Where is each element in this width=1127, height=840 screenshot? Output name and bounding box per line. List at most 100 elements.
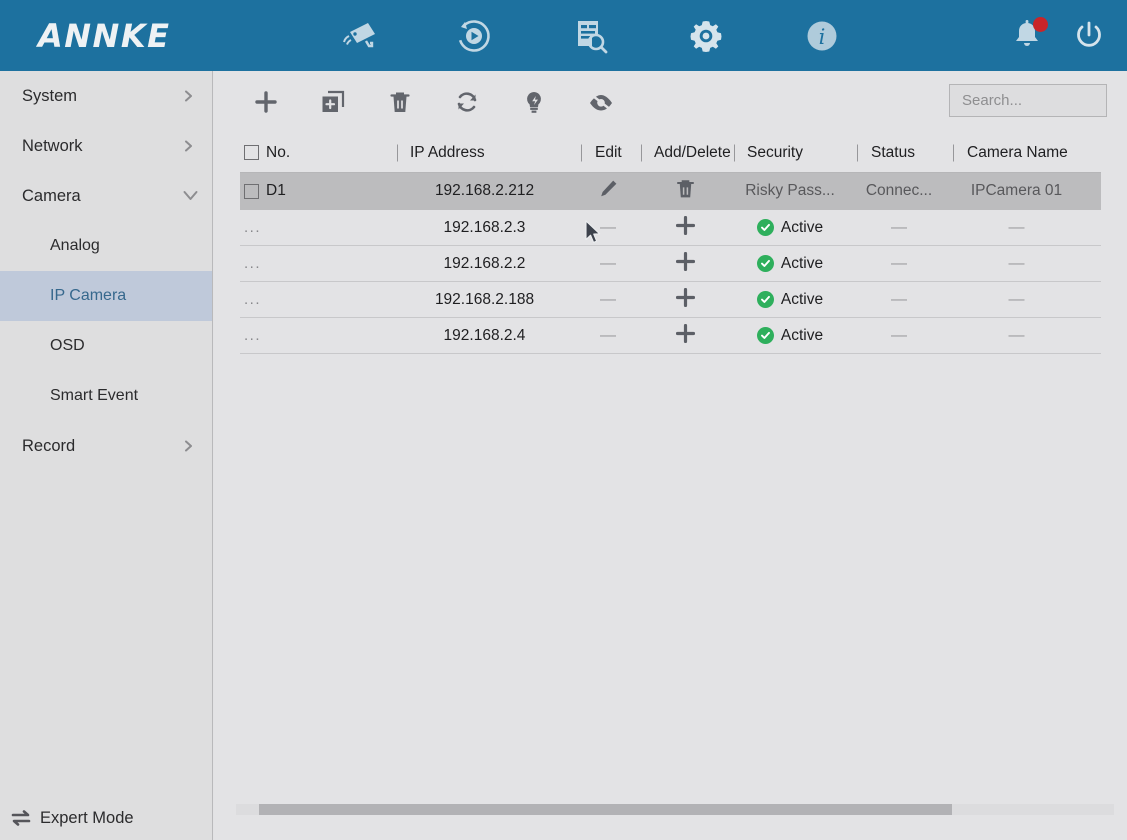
cell-status: —: [849, 327, 949, 345]
sidebar-item-ip-camera[interactable]: IP Camera: [0, 271, 212, 321]
column-header-edit[interactable]: Edit: [577, 144, 639, 162]
sidebar-item-analog[interactable]: Analog: [0, 221, 212, 271]
cell-edit: —: [577, 327, 639, 345]
column-label: Camera Name: [967, 144, 1068, 161]
column-divider: [953, 144, 954, 161]
column-header-add-delete[interactable]: Add/Delete: [639, 144, 731, 162]
cell-status: —: [849, 219, 949, 237]
cell-add-delete: [639, 252, 731, 276]
check-circle-icon: [757, 327, 774, 344]
sidebar-item-smart-event[interactable]: Smart Event: [0, 371, 212, 421]
bell-icon[interactable]: [1005, 0, 1053, 71]
header-nav-icons: i: [300, 0, 880, 71]
cell-status: —: [849, 255, 949, 273]
column-label: Edit: [595, 144, 622, 161]
chevron-right-icon: [183, 141, 194, 152]
cell-add-delete: [639, 288, 731, 312]
table-row[interactable]: ... 192.168.2.188 — Active — —: [240, 282, 1101, 318]
security-label: Active: [781, 327, 823, 345]
horizontal-scrollbar[interactable]: [214, 804, 1127, 818]
cell-camera-name: —: [949, 219, 1084, 237]
camera-icon[interactable]: [300, 0, 416, 71]
cell-status: Connec...: [849, 182, 949, 200]
file-search-icon[interactable]: [532, 0, 648, 71]
sidebar-item-system[interactable]: System: [0, 71, 212, 121]
cell-no: ...: [240, 327, 392, 344]
delete-icon[interactable]: [366, 71, 433, 133]
column-divider: [397, 144, 398, 161]
trash-icon[interactable]: [676, 186, 695, 203]
eye-off-icon[interactable]: [567, 71, 634, 133]
cell-no: ...: [240, 219, 392, 236]
expert-mode-toggle[interactable]: Expert Mode: [0, 796, 213, 840]
scrollbar-track[interactable]: [236, 804, 1114, 815]
check-circle-icon: [757, 219, 774, 236]
cell-no: D1: [240, 182, 392, 200]
row-no-label: ...: [244, 255, 261, 272]
table-header-row: No. IP Address Edit Add/Delete Security …: [240, 133, 1101, 173]
check-circle-icon: [757, 291, 774, 308]
sidebar: System Network Camera Analog IP Camera O…: [0, 71, 213, 840]
select-all-checkbox[interactable]: [244, 145, 259, 160]
table-row[interactable]: ... 192.168.2.3 — Active — —: [240, 210, 1101, 246]
row-checkbox[interactable]: [244, 184, 259, 199]
cell-add-delete: [639, 216, 731, 240]
plus-icon[interactable]: [676, 258, 695, 275]
search-input[interactable]: [949, 84, 1107, 117]
column-header-camera-name[interactable]: Camera Name: [949, 144, 1084, 162]
plus-icon[interactable]: [676, 330, 695, 347]
column-divider: [857, 144, 858, 161]
table-row[interactable]: D1 192.168.2.212: [240, 173, 1101, 210]
column-label: IP Address: [410, 144, 485, 161]
app-header: ANNKE: [0, 0, 1127, 71]
column-header-no: No.: [240, 144, 392, 162]
main-content: No. IP Address Edit Add/Delete Security …: [214, 71, 1127, 840]
cell-no: ...: [240, 255, 392, 272]
gear-icon[interactable]: [648, 0, 764, 71]
table-row[interactable]: ... 192.168.2.4 — Active — —: [240, 318, 1101, 354]
sidebar-item-label: OSD: [50, 337, 85, 355]
security-label: Active: [781, 219, 823, 237]
cell-camera-name: —: [949, 291, 1084, 309]
sidebar-item-network[interactable]: Network: [0, 121, 212, 171]
row-no-label: ...: [244, 327, 261, 344]
row-no-label: ...: [244, 219, 261, 236]
pencil-icon[interactable]: [599, 185, 618, 202]
scrollbar-thumb[interactable]: [259, 804, 952, 815]
swap-arrows-icon: [8, 808, 34, 828]
bulb-icon[interactable]: [500, 71, 567, 133]
cell-ip-address: 192.168.2.212: [392, 182, 577, 200]
power-icon[interactable]: [1065, 0, 1113, 71]
cell-ip-address: 192.168.2.3: [392, 219, 577, 237]
cell-camera-name: —: [949, 327, 1084, 345]
add-multiple-icon[interactable]: [299, 71, 366, 133]
table-toolbar: [214, 71, 1127, 133]
cell-security: Active: [731, 219, 849, 237]
cell-add-delete: [639, 324, 731, 348]
column-header-ip-address[interactable]: IP Address: [392, 144, 577, 162]
sidebar-item-label: IP Camera: [50, 287, 126, 305]
column-divider: [734, 144, 735, 161]
column-label: No.: [266, 144, 290, 162]
refresh-icon[interactable]: [433, 71, 500, 133]
column-label: Security: [747, 144, 803, 161]
plus-icon[interactable]: [676, 222, 695, 239]
sidebar-item-camera[interactable]: Camera: [0, 171, 212, 221]
table-row[interactable]: ... 192.168.2.2 — Active — —: [240, 246, 1101, 282]
sidebar-item-osd[interactable]: OSD: [0, 321, 212, 371]
security-label: Active: [781, 255, 823, 273]
notification-badge: [1033, 17, 1048, 32]
cell-security: Active: [731, 327, 849, 345]
column-header-security[interactable]: Security: [731, 144, 849, 162]
playback-icon[interactable]: [416, 0, 532, 71]
column-header-status[interactable]: Status: [849, 144, 949, 162]
cell-security: Active: [731, 255, 849, 273]
sidebar-item-label: Analog: [50, 237, 100, 255]
cell-security: Active: [731, 291, 849, 309]
info-icon[interactable]: i: [764, 0, 880, 71]
sidebar-item-record[interactable]: Record: [0, 421, 212, 471]
add-icon[interactable]: [232, 71, 299, 133]
sidebar-item-label: Network: [22, 137, 83, 156]
ip-camera-table: No. IP Address Edit Add/Delete Security …: [240, 133, 1101, 354]
plus-icon[interactable]: [676, 294, 695, 311]
